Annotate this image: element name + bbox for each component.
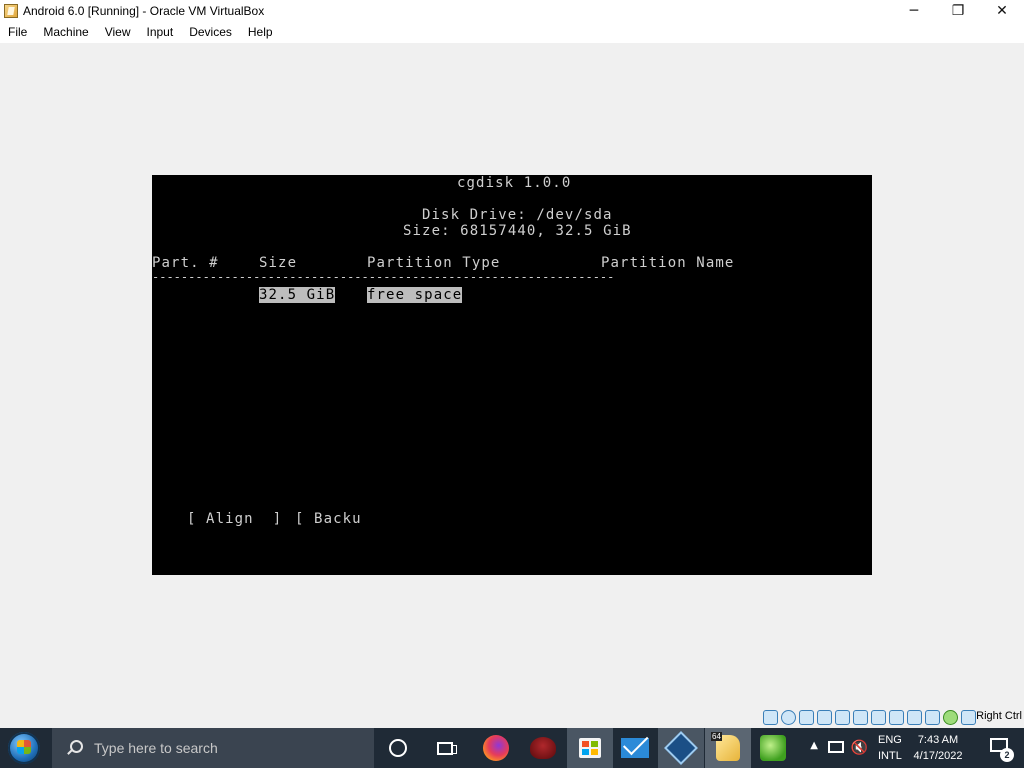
disk-size-line: Size: 68157440, 32.5 GiB xyxy=(403,223,632,239)
virtualbox-vm-button[interactable]: 64 xyxy=(705,728,751,768)
clock-time: 7:43 AM xyxy=(917,734,959,746)
hard-disk-icon[interactable] xyxy=(763,710,778,725)
notification-count-badge: 2 xyxy=(1000,748,1014,762)
host-key-label: Right Ctrl xyxy=(976,710,1022,722)
close-button[interactable]: ✕ xyxy=(980,0,1024,22)
align-button[interactable]: [ Align ] xyxy=(187,511,282,527)
green-status-icon[interactable] xyxy=(943,710,958,725)
green-app-button[interactable] xyxy=(750,728,796,768)
virtualbox-app-icon xyxy=(4,4,18,18)
free-space-type[interactable]: free space xyxy=(367,287,463,303)
task-view-button[interactable] xyxy=(422,728,468,768)
search-icon xyxy=(66,740,83,756)
taskbar: Type here to search 64 ▲ 🔇 ENG INTL 7:43… xyxy=(0,728,1024,768)
menu-input[interactable]: Input xyxy=(139,22,182,43)
start-button[interactable] xyxy=(4,731,44,765)
virtualbox-button[interactable] xyxy=(658,728,704,768)
language-code: ENG xyxy=(878,734,902,746)
search-placeholder: Type here to search xyxy=(94,740,218,756)
windows-start-icon xyxy=(8,732,40,764)
network-icon[interactable] xyxy=(817,710,832,725)
backup-button[interactable]: [ Backu xyxy=(295,511,362,527)
red-app-button[interactable] xyxy=(520,728,566,768)
usb-icon[interactable] xyxy=(835,710,850,725)
language-layout: INTL xyxy=(878,750,902,762)
window-controls: ─ ❐ ✕ xyxy=(892,0,1024,22)
menu-file[interactable]: File xyxy=(0,22,35,43)
virtualbox-icon xyxy=(664,731,698,765)
vm-screen[interactable]: cgdisk 1.0.0 Disk Drive: /dev/sda Size: … xyxy=(152,175,872,575)
free-space-size[interactable]: 32.5 GiB xyxy=(259,287,336,303)
title-bar: Android 6.0 [Running] - Oracle VM Virtua… xyxy=(0,0,1024,22)
audio-icon[interactable] xyxy=(799,710,814,725)
minimize-button[interactable]: ─ xyxy=(892,0,936,22)
volume-muted-icon[interactable]: 🔇 xyxy=(851,740,868,756)
input-language-indicator[interactable]: ENG INTL xyxy=(878,732,912,764)
restore-button[interactable]: ❐ xyxy=(936,0,980,22)
menu-view[interactable]: View xyxy=(97,22,139,43)
vm-64-badge: 64 xyxy=(711,732,722,741)
store-icon xyxy=(579,738,601,758)
disk-drive-line: Disk Drive: /dev/sda xyxy=(422,207,613,223)
red-app-icon xyxy=(530,737,556,759)
taskbar-search[interactable]: Type here to search xyxy=(52,728,374,768)
firefox-icon xyxy=(483,735,509,761)
menu-devices[interactable]: Devices xyxy=(181,22,240,43)
display-icon[interactable] xyxy=(871,710,886,725)
green-app-icon xyxy=(760,735,786,761)
firefox-button[interactable] xyxy=(473,728,519,768)
store-button[interactable] xyxy=(567,728,613,768)
cgdisk-title: cgdisk 1.0.0 xyxy=(457,175,572,191)
menu-help[interactable]: Help xyxy=(240,22,281,43)
cortana-icon xyxy=(389,739,407,757)
menu-machine[interactable]: Machine xyxy=(35,22,96,43)
menu-bar: File Machine View Input Devices Help xyxy=(0,22,1024,43)
header-separator: ----------------------------------------… xyxy=(152,270,615,284)
system-tray: ▲ 🔇 ENG INTL 7:43 AM 4/17/2022 2 xyxy=(794,728,1024,768)
status-icons xyxy=(763,710,976,725)
taskbar-clock[interactable]: 7:43 AM 4/17/2022 xyxy=(908,732,968,764)
optical-disk-icon[interactable] xyxy=(781,710,796,725)
cortana-button[interactable] xyxy=(375,728,421,768)
mouse-integration-icon[interactable] xyxy=(961,710,976,725)
task-view-icon xyxy=(437,741,457,755)
shared-folders-icon[interactable] xyxy=(853,710,868,725)
mail-button[interactable] xyxy=(612,728,658,768)
clock-date: 4/17/2022 xyxy=(913,750,963,762)
cpu-icon[interactable] xyxy=(925,710,940,725)
show-hidden-icons-chevron-icon[interactable]: ▲ xyxy=(810,740,818,751)
mail-icon xyxy=(621,738,649,758)
network-tray-icon[interactable] xyxy=(828,741,844,753)
action-center-button[interactable]: 2 xyxy=(988,736,1014,762)
vm-status-bar: Right Ctrl xyxy=(0,707,1024,728)
video-capture-icon[interactable] xyxy=(889,710,904,725)
window-title: Android 6.0 [Running] - Oracle VM Virtua… xyxy=(23,4,265,18)
vm-settings-icon[interactable] xyxy=(907,710,922,725)
